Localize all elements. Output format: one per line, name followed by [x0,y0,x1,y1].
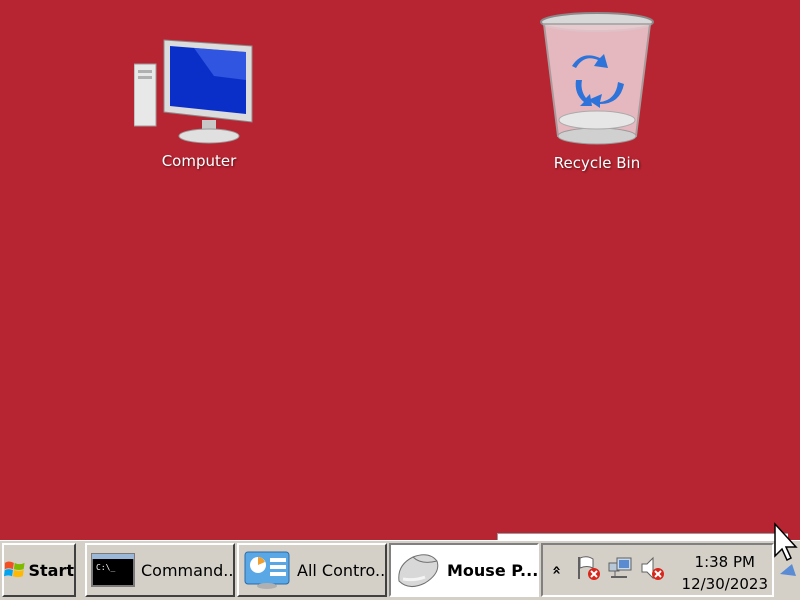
windows-logo-icon [4,561,25,578]
desktop-icon-computer[interactable]: Computer [134,36,264,170]
taskbar-button-control-panel[interactable]: All Contro... [237,543,387,597]
svg-text:C:\_: C:\_ [96,563,115,572]
control-panel-icon [244,551,290,589]
taskbar-button-command-prompt[interactable]: C:\_ Command... [85,543,235,597]
recycle-bin-icon [540,12,654,145]
desktop-icon-label: Computer [161,152,237,170]
network-icon[interactable] [607,555,633,585]
action-center-flag-icon[interactable] [575,555,601,585]
notification-popup-edge [497,533,788,540]
taskbar-button-label: All Contro... [297,560,387,580]
mouse-icon [398,554,439,587]
taskbar-button-label: Mouse P... [447,560,539,580]
desktop-icon-label: Recycle Bin [553,154,641,172]
start-button[interactable]: Start [2,543,76,597]
taskbar: Start C:\_ Command... All Contro... Mous… [0,540,800,600]
show-hidden-icons-button[interactable]: » [547,557,565,583]
clock-date: 12/30/2023 [681,575,768,593]
clock[interactable]: 1:38 PM 12/30/2023 [682,551,768,595]
volume-muted-icon[interactable] [639,555,665,585]
computer-icon [134,39,253,144]
command-prompt-icon: C:\_ [91,553,135,587]
mouse-cursor-icon [774,522,798,576]
taskbar-button-label: Command... [141,560,235,580]
desktop-icon-recycle-bin[interactable]: Recycle Bin [532,8,662,172]
clock-time: 1:38 PM [694,553,755,571]
system-tray: » 1:38 PM 12/30/2023 [541,543,774,597]
start-label: Start [28,560,74,580]
taskbar-button-mouse-properties[interactable]: Mouse P... [389,543,539,597]
desktop: Computer Recycle Bin [0,0,800,540]
